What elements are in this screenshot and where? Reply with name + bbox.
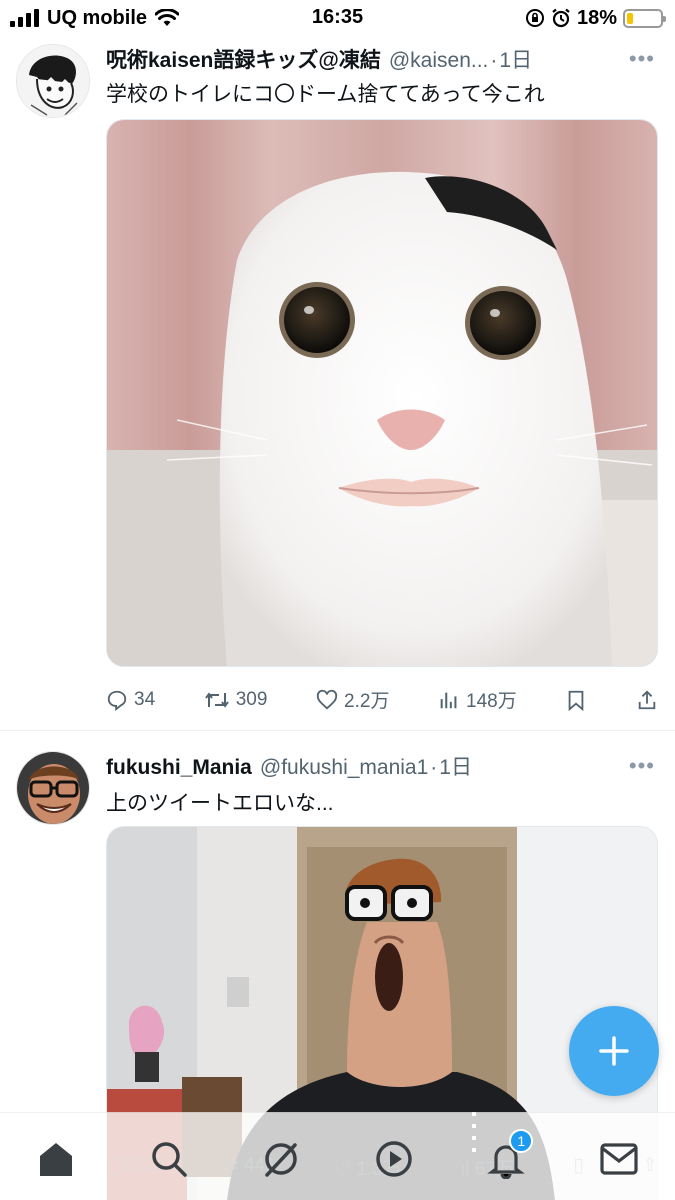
views-button[interactable]: 148万 [438, 686, 517, 713]
nav-notifications[interactable]: 1 [481, 1129, 534, 1181]
search-icon [152, 1142, 187, 1177]
views-icon [440, 692, 457, 708]
plus-icon [599, 1036, 629, 1066]
separator: · [430, 756, 438, 779]
share-icon [638, 689, 656, 709]
bookmark-button[interactable] [565, 689, 587, 711]
heart-icon [316, 689, 338, 709]
tweet-actions: 34 309 2.2万 148万 [106, 686, 658, 713]
timestamp[interactable]: 1日 [499, 44, 532, 74]
avatar[interactable] [16, 751, 90, 825]
more-options-icon[interactable]: ••• [629, 753, 655, 779]
home-icon [40, 1143, 73, 1176]
bookmark-icon [569, 690, 584, 711]
video-icon [376, 1141, 412, 1177]
tweet-header: 呪術kaisen語録キッズ@凍結 @kaisen... · 1日 [106, 44, 655, 74]
nav-search[interactable] [144, 1137, 194, 1181]
messages-icon [600, 1143, 638, 1175]
separator: · [490, 49, 498, 72]
reply-count: 34 [134, 688, 156, 710]
notification-badge: 1 [509, 1129, 534, 1153]
retweet-icon [204, 691, 229, 708]
nav-video[interactable] [369, 1137, 419, 1181]
more-options-icon[interactable]: ••• [629, 46, 655, 72]
like-button[interactable]: 2.2万 [316, 686, 389, 713]
nav-messages[interactable] [594, 1137, 644, 1181]
reply-button[interactable]: 34 [106, 689, 155, 711]
share-button[interactable] [636, 689, 658, 711]
handle[interactable]: @kaisen... [389, 49, 489, 73]
retweet-button[interactable]: 309 [204, 688, 268, 711]
bottom-navigation: 1 [0, 1112, 675, 1200]
views-count: 148万 [466, 691, 517, 712]
tweet-header: fukushi_Mania @fukushi_mania1 · 1日 [106, 751, 655, 781]
display-name[interactable]: 呪術kaisen語録キッズ@凍結 [106, 44, 381, 74]
retweet-count: 309 [235, 688, 268, 710]
display-name[interactable]: fukushi_Mania [106, 756, 252, 780]
avatar[interactable] [16, 44, 90, 118]
tweet[interactable]: 呪術kaisen語録キッズ@凍結 @kaisen... · 1日 ••• 学校の… [0, 0, 675, 730]
reply-icon [107, 690, 127, 711]
timestamp[interactable]: 1日 [439, 751, 472, 781]
tweet-text: 上のツイートエロいな... [106, 792, 334, 815]
communities-icon [265, 1143, 297, 1177]
handle[interactable]: @fukushi_mania1 [260, 756, 428, 780]
tweet-text: 学校のトイレにコ〇ドーム捨ててあって今これ [106, 83, 545, 106]
nav-home[interactable] [31, 1137, 81, 1181]
tweet-image[interactable] [106, 119, 658, 667]
nav-communities[interactable] [256, 1137, 306, 1181]
compose-tweet-button[interactable] [569, 1006, 659, 1096]
like-count: 2.2万 [344, 691, 390, 712]
